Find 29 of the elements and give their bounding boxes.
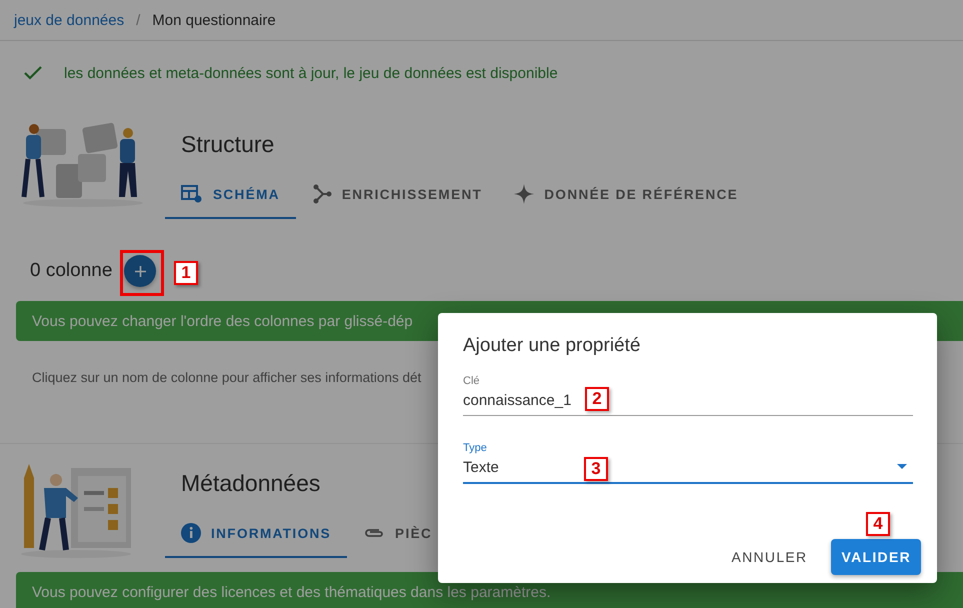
annotation-number: 3 <box>584 457 608 481</box>
section-tab[interactable]: INFORMATIONS <box>165 510 348 558</box>
breadcrumb-current: Mon questionnaire <box>152 12 276 28</box>
branch-icon <box>312 184 332 204</box>
section-tab[interactable]: DONNÉE DE RÉFÉRENCE <box>498 171 754 219</box>
highlight-frame <box>120 250 164 296</box>
info-icon <box>181 523 201 543</box>
annotation-number: 1 <box>174 261 198 285</box>
table-settings-icon <box>181 184 203 204</box>
breadcrumb-separator: / <box>136 12 140 28</box>
status-message: les données et meta-données sont à jour, le jeu de données est disponible <box>64 64 558 82</box>
annotation-number: 4 <box>866 512 890 536</box>
breadcrumb-link[interactable]: jeux de données <box>14 12 124 28</box>
column-count: 0 colonne <box>30 260 112 282</box>
cancel-button[interactable]: ANNULER <box>721 539 818 575</box>
section-tab[interactable]: PIÈC <box>347 510 448 558</box>
plus-icon <box>134 266 146 276</box>
annotation-number: 2 <box>585 387 609 411</box>
confirm-button[interactable]: VALIDER <box>831 539 921 575</box>
section-tab[interactable]: SCHÉMA <box>165 171 296 219</box>
section-title: Métadonnées <box>180 469 322 498</box>
add-column-button[interactable] <box>124 255 156 287</box>
paperclip-icon <box>363 526 386 540</box>
hint-text: Cliquez sur un nom de colonne pour afficher ses informations dét <box>32 368 422 387</box>
sparkle-icon <box>514 184 534 204</box>
section-title: Structure <box>180 130 276 159</box>
check-icon <box>24 66 42 80</box>
section-tab[interactable]: ENRICHISSEMENT <box>296 171 498 219</box>
dropdown-caret-icon <box>897 464 907 469</box>
